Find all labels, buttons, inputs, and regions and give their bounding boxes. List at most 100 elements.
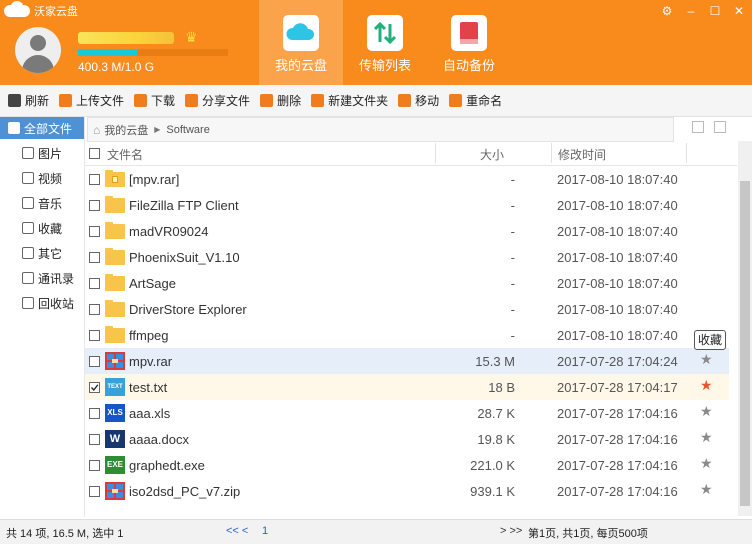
list-view-icon[interactable] — [692, 121, 704, 133]
prev-page-button[interactable]: << < — [226, 525, 248, 537]
favorite-star-icon[interactable]: ★ — [700, 481, 713, 498]
column-divider[interactable] — [551, 143, 552, 163]
sidebar-item-video[interactable]: 视频 — [0, 167, 84, 189]
row-checkbox[interactable] — [89, 408, 100, 419]
file-size: 28.7 K — [477, 406, 515, 421]
file-name[interactable]: ffmpeg — [129, 328, 169, 343]
folder-icon — [105, 326, 125, 343]
file-row[interactable]: Waaaa.docx 19.8 K 2017-07-28 17:04:16 ★ — [85, 426, 729, 452]
file-name[interactable]: ArtSage — [129, 276, 176, 291]
file-row[interactable]: mpv.rar 15.3 M 2017-07-28 17:04:24 ★ — [85, 348, 729, 374]
scrollbar-thumb[interactable] — [740, 181, 750, 506]
rename-button[interactable]: 重命名 — [449, 91, 502, 111]
file-name[interactable]: FileZilla FTP Client — [129, 198, 239, 213]
row-checkbox[interactable] — [89, 200, 100, 211]
file-name[interactable]: test.txt — [129, 380, 167, 395]
row-checkbox[interactable] — [89, 278, 100, 289]
refresh-icon — [8, 94, 21, 107]
column-header-size[interactable]: 大小 — [480, 146, 504, 163]
breadcrumb-root[interactable]: 我的云盘 — [104, 122, 148, 138]
file-row[interactable]: TEXT test.txt 18 B 2017-07-28 17:04:17 ★ — [85, 374, 729, 400]
refresh-button[interactable]: 刷新 — [8, 91, 49, 111]
maximize-icon[interactable]: ☐ — [708, 4, 722, 18]
file-row[interactable]: madVR09024 - 2017-08-10 18:07:40 — [85, 218, 729, 244]
file-row[interactable]: DriverStore Explorer - 2017-08-10 18:07:40 — [85, 296, 729, 322]
row-checkbox[interactable] — [89, 174, 100, 185]
sidebar-item-all-files[interactable]: 全部文件 — [0, 117, 84, 139]
file-name[interactable]: DriverStore Explorer — [129, 302, 247, 317]
row-checkbox[interactable] — [89, 356, 100, 367]
vertical-scrollbar[interactable] — [738, 141, 752, 516]
file-row[interactable]: PhoenixSuit_V1.10 - 2017-08-10 18:07:40 — [85, 244, 729, 270]
file-modified-time: 2017-08-10 18:07:40 — [557, 302, 678, 317]
tab-auto-backup[interactable]: 自动备份 — [427, 0, 511, 85]
favorite-star-icon[interactable]: ★ — [700, 377, 713, 394]
archive-folder-icon — [105, 170, 125, 187]
file-row[interactable]: iso2dsd_PC_v7.zip 939.1 K 2017-07-28 17:04… — [85, 478, 729, 504]
sidebar-item-other[interactable]: 其它 — [0, 242, 84, 264]
row-checkbox[interactable] — [89, 226, 100, 237]
file-name[interactable]: aaaa.docx — [129, 432, 189, 447]
favorite-star-icon[interactable]: ★ — [700, 455, 713, 472]
video-icon — [22, 172, 34, 184]
minimize-icon[interactable]: – — [684, 4, 698, 18]
tab-my-cloud[interactable]: 我的云盘 — [259, 0, 343, 85]
upload-button[interactable]: 上传文件 — [59, 91, 124, 111]
sidebar-item-heart[interactable]: 收藏 — [0, 217, 84, 239]
file-name[interactable]: [mpv.rar] — [129, 172, 179, 187]
column-header-modified[interactable]: 修改时间 — [558, 146, 606, 163]
grid-view-icon[interactable] — [714, 121, 726, 133]
row-checkbox[interactable] — [89, 304, 100, 315]
file-row[interactable]: [mpv.rar] - 2017-08-10 18:07:40 — [85, 166, 729, 192]
file-row[interactable]: ffmpeg - 2017-08-10 18:07:40 — [85, 322, 729, 348]
home-icon[interactable]: ⌂ — [93, 123, 100, 137]
share-button[interactable]: 分享文件 — [185, 91, 250, 111]
favorite-star-icon[interactable]: ★ — [700, 429, 713, 446]
move-button[interactable]: 移动 — [398, 91, 439, 111]
tab-transfer-list[interactable]: 传输列表 — [343, 0, 427, 85]
file-name[interactable]: aaa.xls — [129, 406, 170, 421]
row-checkbox[interactable] — [89, 460, 100, 471]
file-name[interactable]: PhoenixSuit_V1.10 — [129, 250, 240, 265]
file-row[interactable]: XLS aaa.xls 28.7 K 2017-07-28 17:04:16 ★ — [85, 400, 729, 426]
file-row[interactable]: EXE graphedt.exe 221.0 K 2017-07-28 17:04:1… — [85, 452, 729, 478]
row-checkbox[interactable] — [89, 330, 100, 341]
file-name[interactable]: iso2dsd_PC_v7.zip — [129, 484, 240, 499]
docx-file-icon: W — [105, 430, 125, 448]
row-checkbox[interactable] — [89, 252, 100, 263]
sidebar-item-image[interactable]: 图片 — [0, 142, 84, 164]
select-all-checkbox[interactable] — [89, 148, 100, 159]
column-header-name[interactable]: 文件名 — [107, 146, 143, 163]
file-row[interactable]: ArtSage - 2017-08-10 18:07:40 — [85, 270, 729, 296]
favorite-star-icon[interactable]: ★ — [700, 403, 713, 420]
file-list: 文件名 大小 修改时间 [mpv.rar] - 2017-08-10 18:07:4… — [85, 141, 737, 516]
sidebar: 全部文件图片视频音乐收藏其它通讯录回收站 — [0, 117, 85, 517]
row-checkbox[interactable] — [89, 434, 100, 445]
close-icon[interactable]: ✕ — [732, 4, 746, 18]
trash-button[interactable]: 删除 — [260, 91, 301, 111]
sidebar-item-music[interactable]: 音乐 — [0, 192, 84, 214]
app-logo-icon — [4, 1, 30, 17]
favorite-star-icon[interactable]: ★ — [700, 351, 713, 368]
next-page-button[interactable]: > >> — [500, 525, 522, 537]
download-button[interactable]: 下载 — [134, 91, 175, 111]
row-checkbox[interactable] — [89, 382, 100, 393]
file-name[interactable]: graphedt.exe — [129, 458, 205, 473]
column-divider[interactable] — [435, 143, 436, 163]
sidebar-item-contacts[interactable]: 通讯录 — [0, 267, 84, 289]
file-name[interactable]: mpv.rar — [129, 354, 172, 369]
archive-file-icon — [105, 352, 125, 370]
file-row[interactable]: FileZilla FTP Client - 2017-08-10 18:07:40 — [85, 192, 729, 218]
avatar[interactable] — [15, 27, 61, 73]
new-folder-button[interactable]: 新建文件夹 — [311, 91, 388, 111]
row-checkbox[interactable] — [89, 486, 100, 497]
xls-file-icon: XLS — [105, 404, 125, 422]
column-divider[interactable] — [686, 143, 687, 163]
rename-icon — [449, 94, 463, 107]
file-name[interactable]: madVR09024 — [129, 224, 209, 239]
sidebar-item-recycle-bin[interactable]: 回收站 — [0, 292, 84, 314]
download-icon — [134, 94, 148, 107]
header-bar: 沃家云盘 ⚙ – ☐ ✕ ♛ 400.3 M/1.0 G 我的云盘 传输列表 自动备… — [0, 0, 752, 85]
settings-gear-icon[interactable]: ⚙ — [660, 4, 674, 18]
page-number[interactable]: 1 — [262, 525, 268, 537]
